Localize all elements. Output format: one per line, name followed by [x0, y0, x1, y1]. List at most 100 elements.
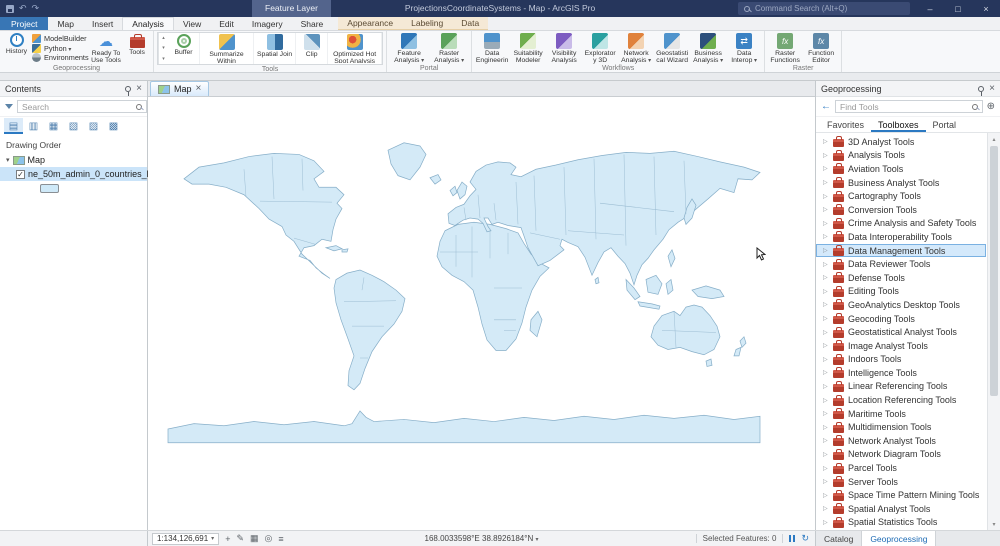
expand-icon[interactable]: ▷: [823, 274, 829, 281]
minimize-button[interactable]: –: [916, 0, 944, 17]
toolbox-item[interactable]: ▷ GeoAnalytics Desktop Tools: [816, 298, 986, 312]
add-tool-icon[interactable]: ⊕: [987, 101, 995, 112]
edit-icon[interactable]: ✎: [236, 533, 244, 544]
history-button[interactable]: History: [3, 32, 30, 64]
command-search[interactable]: Command Search (Alt+Q): [738, 2, 910, 15]
expand-icon[interactable]: ▷: [823, 152, 829, 159]
toolbox-item[interactable]: ▷ Aviation Tools: [816, 162, 986, 176]
toolbox-item[interactable]: ▷ Intelligence Tools: [816, 366, 986, 380]
add-icon[interactable]: +: [225, 534, 230, 544]
expand-icon[interactable]: ▷: [823, 193, 829, 200]
scale-selector[interactable]: 1:134,126,691 ▾: [152, 533, 219, 545]
toolbox-item[interactable]: ▷ Data Management Tools: [816, 244, 986, 258]
pin-icon[interactable]: [978, 86, 984, 92]
toolbox-item[interactable]: ▷ Analysis Tools: [816, 149, 986, 163]
save-icon[interactable]: [6, 5, 14, 13]
gallery-tool-button[interactable]: Clip: [296, 33, 328, 64]
toolbox-item[interactable]: ▷ Maritime Tools: [816, 407, 986, 421]
workflow-button[interactable]: Business Analysis: [691, 32, 725, 64]
find-tools-input[interactable]: [840, 102, 969, 112]
layer-visibility-checkbox[interactable]: ✓: [16, 170, 25, 179]
undo-icon[interactable]: ↶: [19, 4, 27, 13]
toolbox-item[interactable]: ▷ Spatial Analyst Tools: [816, 502, 986, 516]
portal-button[interactable]: Feature Analysis: [390, 32, 428, 64]
close-icon[interactable]: ×: [989, 84, 995, 94]
expand-icon[interactable]: ▷: [823, 519, 829, 526]
toolbox-item[interactable]: ▷ Server Tools: [816, 475, 986, 489]
toolbox-item[interactable]: ▷ Parcel Tools: [816, 461, 986, 475]
expand-icon[interactable]: ▷: [823, 288, 829, 295]
tab-project[interactable]: Project: [0, 17, 48, 30]
workflow-button[interactable]: Geostatistical Wizard: [655, 32, 689, 64]
tab-imagery[interactable]: Imagery: [243, 17, 292, 30]
back-icon[interactable]: ←: [821, 101, 831, 112]
toolbox-item[interactable]: ▷ Indoors Tools: [816, 353, 986, 367]
toolbox-item[interactable]: ▷ Network Analyst Tools: [816, 434, 986, 448]
toolbox-item[interactable]: ▷ Network Diagram Tools: [816, 448, 986, 462]
close-icon[interactable]: ×: [136, 84, 142, 94]
expand-icon[interactable]: ▷: [823, 451, 829, 458]
target-icon[interactable]: ◎: [265, 533, 273, 544]
expand-icon[interactable]: ▷: [823, 206, 829, 213]
tab-appearance[interactable]: Appearance: [338, 17, 402, 29]
expand-icon[interactable]: ▷: [823, 138, 829, 145]
expand-icon[interactable]: ▷: [823, 261, 829, 268]
chevron-down-icon[interactable]: ▾: [535, 537, 538, 543]
toolbox-item[interactable]: ▷ Defense Tools: [816, 271, 986, 285]
expand-icon[interactable]: ▷: [823, 165, 829, 172]
toolbox-item[interactable]: ▷ 3D Analyst Tools: [816, 135, 986, 149]
gallery-tool-button[interactable]: Buffer: [168, 33, 200, 64]
filter-icon[interactable]: [5, 104, 13, 109]
tab-geoprocessing[interactable]: Geoprocessing: [862, 531, 936, 546]
list-by-drawing-order-button[interactable]: ▤: [4, 118, 23, 134]
toolbox-item[interactable]: ▷ Image Analyst Tools: [816, 339, 986, 353]
expand-icon[interactable]: ▷: [823, 492, 829, 499]
maximize-button[interactable]: □: [944, 0, 972, 17]
tools-button[interactable]: Tools: [124, 32, 150, 64]
collapse-icon[interactable]: ▾: [6, 156, 10, 164]
workflow-button[interactable]: Data Engineering: [475, 32, 509, 64]
redo-icon[interactable]: ↷: [32, 4, 40, 13]
ready-to-use-tools-button[interactable]: ☁ Ready To Use Tools: [90, 32, 122, 64]
tab-insert[interactable]: Insert: [83, 17, 122, 30]
refresh-icon[interactable]: ↻: [801, 533, 809, 544]
tab-map[interactable]: Map: [48, 17, 83, 30]
expand-icon[interactable]: ▷: [823, 342, 829, 349]
tree-item-map[interactable]: ▾ Map: [0, 153, 147, 167]
expand-icon[interactable]: ▷: [823, 315, 829, 322]
toolbox-item[interactable]: ▷ Geostatistical Analyst Tools: [816, 325, 986, 339]
expand-icon[interactable]: ▷: [823, 383, 829, 390]
workflow-button[interactable]: Data Interop: [727, 32, 761, 64]
expand-icon[interactable]: ▷: [823, 397, 829, 404]
expand-icon[interactable]: ▷: [823, 410, 829, 417]
toolbox-item[interactable]: ▷ Space Time Pattern Mining Tools: [816, 488, 986, 502]
expand-icon[interactable]: ▷: [823, 329, 829, 336]
toolbox-item[interactable]: ▷ Data Interoperability Tools: [816, 230, 986, 244]
expand-icon[interactable]: ▷: [823, 233, 829, 240]
tab-favorites[interactable]: Favorites: [820, 120, 871, 132]
tree-item-layer[interactable]: ✓ ne_50m_admin_0_countries_lakes: [0, 167, 147, 181]
toolbox-item[interactable]: ▷ Editing Tools: [816, 285, 986, 299]
contents-search-input[interactable]: [22, 102, 133, 112]
workflow-button[interactable]: Suitability Modeler: [511, 32, 545, 64]
list-by-data-source-button[interactable]: ▥: [24, 118, 43, 134]
close-button[interactable]: ×: [972, 0, 1000, 17]
toolbox-item[interactable]: ▷ Business Analyst Tools: [816, 176, 986, 190]
expand-icon[interactable]: ▷: [823, 220, 829, 227]
grid-icon[interactable]: ▦: [250, 533, 259, 544]
list-by-labeling-button[interactable]: ▩: [104, 118, 123, 134]
close-map-tab-icon[interactable]: ×: [196, 84, 202, 94]
expand-icon[interactable]: ▷: [823, 478, 829, 485]
expand-icon[interactable]: ▷: [823, 505, 829, 512]
portal-button[interactable]: Raster Analysis: [430, 32, 468, 64]
toolbox-item[interactable]: ▷ Multidimension Tools: [816, 420, 986, 434]
scroll-down-icon[interactable]: ▾: [988, 518, 1000, 530]
expand-icon[interactable]: ▷: [823, 424, 829, 431]
gallery-tool-button[interactable]: Summarize Within: [200, 33, 254, 64]
expand-icon[interactable]: ▷: [823, 179, 829, 186]
toolbox-item[interactable]: ▷ Cartography Tools: [816, 189, 986, 203]
workflow-button[interactable]: Exploratory 3D Analysis: [583, 32, 617, 64]
tab-portal[interactable]: Portal: [926, 120, 964, 132]
pin-icon[interactable]: [125, 86, 131, 92]
list-by-editing-button[interactable]: ▧: [64, 118, 83, 134]
